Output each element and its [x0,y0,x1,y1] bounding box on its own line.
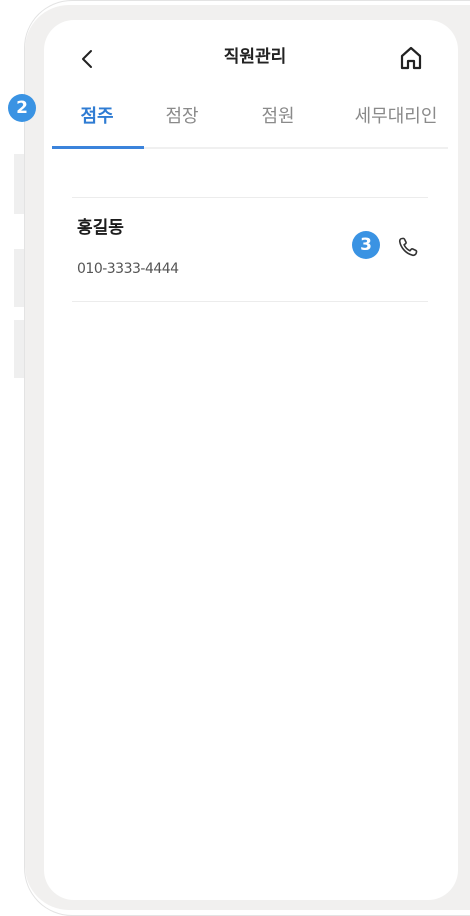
step-marker-badge: 3 [352,231,380,259]
phone-icon [398,237,418,257]
chevron-left-icon [82,50,92,68]
contact-phone: 010-3333-4444 [77,261,179,277]
contact-name: 홍길동 [77,218,124,238]
tab-owner[interactable]: 점주 [74,104,120,130]
list-divider [72,301,428,302]
home-button[interactable] [398,44,424,72]
tab-manager[interactable]: 점장 [158,104,206,130]
tab-tax-agent[interactable]: 세무대리인 [344,104,448,130]
tab-staff[interactable]: 점원 [254,104,302,130]
app-screen [44,20,458,900]
call-button[interactable] [395,234,421,260]
active-tab-indicator [52,146,144,149]
step-marker-badge: 2 [8,94,36,122]
role-tabs: 점주 점장 점원 세무대리인 [52,104,448,150]
home-icon [400,46,422,70]
list-divider [72,197,428,198]
page-title: 직원관리 [223,47,287,67]
back-button[interactable] [76,46,98,72]
